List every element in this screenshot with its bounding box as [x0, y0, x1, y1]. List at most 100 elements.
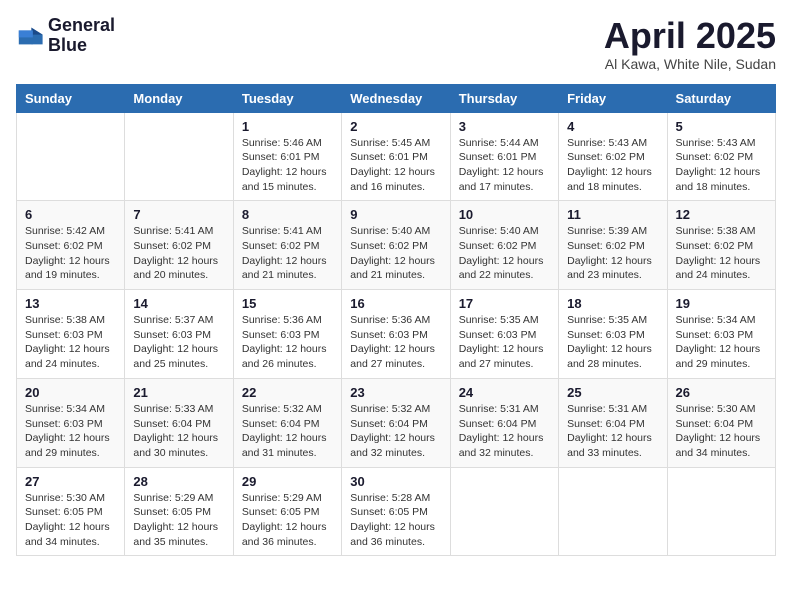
calendar-cell: 17 Sunrise: 5:35 AMSunset: 6:03 PMDayligh… [450, 290, 558, 379]
day-number: 21 [133, 385, 224, 400]
day-info: Sunrise: 5:37 AMSunset: 6:03 PMDaylight:… [133, 313, 224, 372]
calendar-cell: 23Sunrise: 5:32 AMSunset: 6:04 PMDayligh… [342, 378, 450, 467]
weekday-header-row: SundayMondayTuesdayWednesdayThursdayFrid… [17, 84, 776, 112]
day-info: Sunrise: 5:38 AMSunset: 6:02 PMDaylight:… [676, 224, 767, 283]
calendar-cell [667, 467, 775, 556]
day-number: 4 [567, 119, 658, 134]
day-info: Sunrise: 5:31 AMSunset: 6:04 PMDaylight:… [459, 402, 550, 461]
calendar-cell: 14 Sunrise: 5:37 AMSunset: 6:03 PMDayligh… [125, 290, 233, 379]
day-info: Sunrise: 5:40 AMSunset: 6:02 PMDaylight:… [459, 224, 550, 283]
day-number: 30 [350, 474, 441, 489]
day-number: 5 [676, 119, 767, 134]
calendar-cell: 1 Sunrise: 5:46 AMSunset: 6:01 PMDaylight… [233, 112, 341, 201]
day-info: Sunrise: 5:29 AMSunset: 6:05 PMDaylight:… [133, 491, 224, 550]
day-info: Sunrise: 5:35 AMSunset: 6:03 PMDaylight:… [459, 313, 550, 372]
day-info: Sunrise: 5:30 AMSunset: 6:05 PMDaylight:… [25, 491, 116, 550]
day-info: Sunrise: 5:35 AMSunset: 6:03 PMDaylight:… [567, 313, 658, 372]
day-info: Sunrise: 5:39 AMSunset: 6:02 PMDaylight:… [567, 224, 658, 283]
day-number: 22 [242, 385, 333, 400]
calendar-cell: 29 Sunrise: 5:29 AMSunset: 6:05 PMDayligh… [233, 467, 341, 556]
day-number: 6 [25, 207, 116, 222]
calendar-subtitle: Al Kawa, White Nile, Sudan [604, 56, 776, 72]
week-row-5: 27 Sunrise: 5:30 AMSunset: 6:05 PMDayligh… [17, 467, 776, 556]
day-info: Sunrise: 5:33 AMSunset: 6:04 PMDaylight:… [133, 402, 224, 461]
calendar-cell: 2Sunrise: 5:45 AMSunset: 6:01 PMDaylight… [342, 112, 450, 201]
calendar-cell: 15Sunrise: 5:36 AMSunset: 6:03 PMDayligh… [233, 290, 341, 379]
day-info: Sunrise: 5:31 AMSunset: 6:04 PMDaylight:… [567, 402, 658, 461]
title-area: April 2025 Al Kawa, White Nile, Sudan [604, 16, 776, 72]
weekday-header-sunday: Sunday [17, 84, 125, 112]
logo-icon [16, 22, 44, 50]
day-info: Sunrise: 5:42 AMSunset: 6:02 PMDaylight:… [25, 224, 116, 283]
calendar-cell: 21 Sunrise: 5:33 AMSunset: 6:04 PMDayligh… [125, 378, 233, 467]
day-info: Sunrise: 5:45 AMSunset: 6:01 PMDaylight:… [350, 136, 441, 195]
calendar-cell: 10Sunrise: 5:40 AMSunset: 6:02 PMDayligh… [450, 201, 558, 290]
calendar-cell: 20Sunrise: 5:34 AMSunset: 6:03 PMDayligh… [17, 378, 125, 467]
logo: General Blue [16, 16, 115, 56]
day-number: 28 [133, 474, 224, 489]
calendar-cell: 19Sunrise: 5:34 AMSunset: 6:03 PMDayligh… [667, 290, 775, 379]
day-info: Sunrise: 5:32 AMSunset: 6:04 PMDaylight:… [350, 402, 441, 461]
day-info: Sunrise: 5:34 AMSunset: 6:03 PMDaylight:… [25, 402, 116, 461]
day-info: Sunrise: 5:40 AMSunset: 6:02 PMDaylight:… [350, 224, 441, 283]
day-number: 7 [133, 207, 224, 222]
calendar-cell: 13 Sunrise: 5:38 AMSunset: 6:03 PMDayligh… [17, 290, 125, 379]
weekday-header-wednesday: Wednesday [342, 84, 450, 112]
day-info: Sunrise: 5:41 AMSunset: 6:02 PMDaylight:… [242, 224, 333, 283]
calendar-table: SundayMondayTuesdayWednesdayThursdayFrid… [16, 84, 776, 557]
weekday-header-saturday: Saturday [667, 84, 775, 112]
day-number: 13 [25, 296, 116, 311]
calendar-cell: 26Sunrise: 5:30 AMSunset: 6:04 PMDayligh… [667, 378, 775, 467]
day-info: Sunrise: 5:28 AMSunset: 6:05 PMDaylight:… [350, 491, 441, 550]
calendar-cell: 4 Sunrise: 5:43 AMSunset: 6:02 PMDaylight… [559, 112, 667, 201]
day-info: Sunrise: 5:46 AMSunset: 6:01 PMDaylight:… [242, 136, 333, 195]
day-number: 29 [242, 474, 333, 489]
calendar-cell: 25Sunrise: 5:31 AMSunset: 6:04 PMDayligh… [559, 378, 667, 467]
calendar-cell: 22 Sunrise: 5:32 AMSunset: 6:04 PMDayligh… [233, 378, 341, 467]
day-info: Sunrise: 5:43 AMSunset: 6:02 PMDaylight:… [676, 136, 767, 195]
day-number: 17 [459, 296, 550, 311]
day-info: Sunrise: 5:36 AMSunset: 6:03 PMDaylight:… [242, 313, 333, 372]
week-row-2: 6 Sunrise: 5:42 AMSunset: 6:02 PMDaylight… [17, 201, 776, 290]
calendar-cell: 11 Sunrise: 5:39 AMSunset: 6:02 PMDayligh… [559, 201, 667, 290]
day-info: Sunrise: 5:41 AMSunset: 6:02 PMDaylight:… [133, 224, 224, 283]
day-number: 18 [567, 296, 658, 311]
day-number: 8 [242, 207, 333, 222]
header: General Blue April 2025 Al Kawa, White N… [16, 16, 776, 72]
weekday-header-thursday: Thursday [450, 84, 558, 112]
day-number: 24 [459, 385, 550, 400]
day-number: 11 [567, 207, 658, 222]
day-info: Sunrise: 5:43 AMSunset: 6:02 PMDaylight:… [567, 136, 658, 195]
day-number: 1 [242, 119, 333, 134]
day-number: 9 [350, 207, 441, 222]
weekday-header-tuesday: Tuesday [233, 84, 341, 112]
calendar-cell: 8 Sunrise: 5:41 AMSunset: 6:02 PMDaylight… [233, 201, 341, 290]
week-row-1: 1 Sunrise: 5:46 AMSunset: 6:01 PMDaylight… [17, 112, 776, 201]
logo-text: General Blue [48, 16, 115, 56]
calendar-cell [450, 467, 558, 556]
calendar-cell: 28 Sunrise: 5:29 AMSunset: 6:05 PMDayligh… [125, 467, 233, 556]
calendar-cell: 9 Sunrise: 5:40 AMSunset: 6:02 PMDaylight… [342, 201, 450, 290]
weekday-header-monday: Monday [125, 84, 233, 112]
day-number: 27 [25, 474, 116, 489]
week-row-4: 20Sunrise: 5:34 AMSunset: 6:03 PMDayligh… [17, 378, 776, 467]
calendar-cell: 24 Sunrise: 5:31 AMSunset: 6:04 PMDayligh… [450, 378, 558, 467]
calendar-cell: 27 Sunrise: 5:30 AMSunset: 6:05 PMDayligh… [17, 467, 125, 556]
calendar-cell: 3 Sunrise: 5:44 AMSunset: 6:01 PMDaylight… [450, 112, 558, 201]
calendar-cell [125, 112, 233, 201]
day-info: Sunrise: 5:29 AMSunset: 6:05 PMDaylight:… [242, 491, 333, 550]
calendar-title: April 2025 [604, 16, 776, 56]
day-info: Sunrise: 5:38 AMSunset: 6:03 PMDaylight:… [25, 313, 116, 372]
day-info: Sunrise: 5:44 AMSunset: 6:01 PMDaylight:… [459, 136, 550, 195]
calendar-cell: 30 Sunrise: 5:28 AMSunset: 6:05 PMDayligh… [342, 467, 450, 556]
day-number: 3 [459, 119, 550, 134]
day-info: Sunrise: 5:36 AMSunset: 6:03 PMDaylight:… [350, 313, 441, 372]
calendar-cell [17, 112, 125, 201]
day-info: Sunrise: 5:32 AMSunset: 6:04 PMDaylight:… [242, 402, 333, 461]
week-row-3: 13 Sunrise: 5:38 AMSunset: 6:03 PMDayligh… [17, 290, 776, 379]
day-number: 19 [676, 296, 767, 311]
day-info: Sunrise: 5:30 AMSunset: 6:04 PMDaylight:… [676, 402, 767, 461]
day-number: 14 [133, 296, 224, 311]
calendar-cell: 7 Sunrise: 5:41 AMSunset: 6:02 PMDaylight… [125, 201, 233, 290]
calendar-cell [559, 467, 667, 556]
